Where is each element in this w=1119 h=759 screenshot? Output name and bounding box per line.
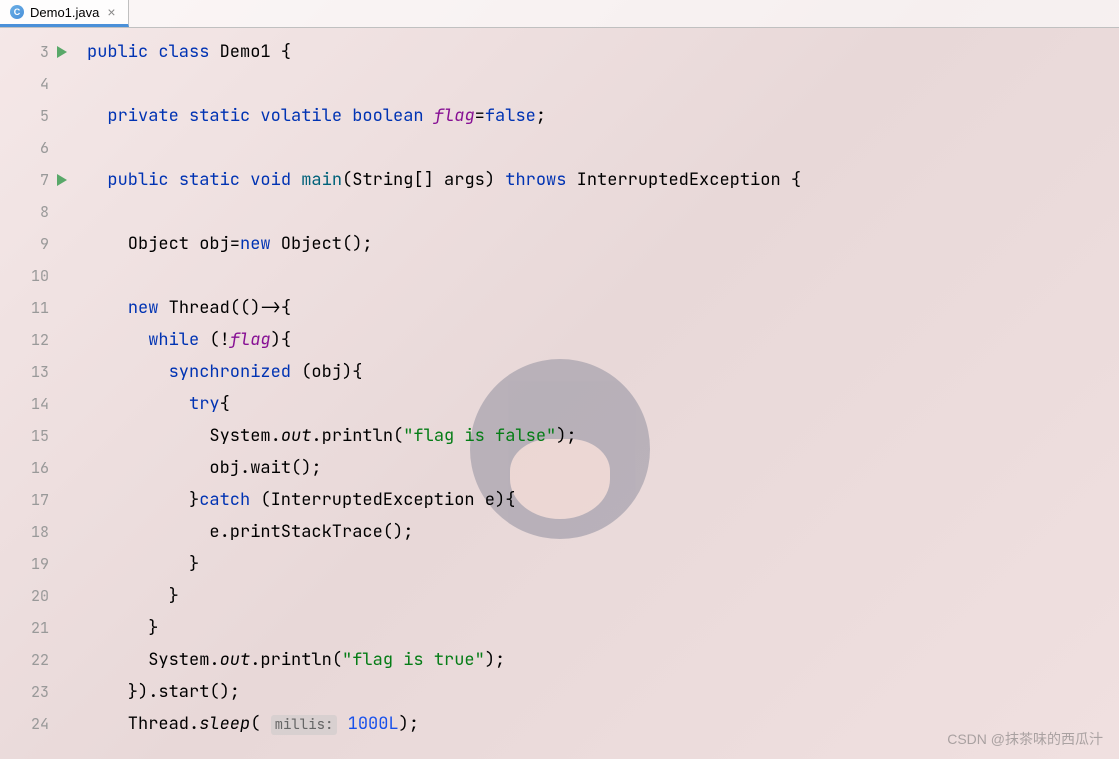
gutter-line[interactable]: 21 (0, 612, 75, 644)
line-number: 9 (25, 228, 49, 260)
gutter-line[interactable]: 22 (0, 644, 75, 676)
gutter-line[interactable]: 13 (0, 356, 75, 388)
line-number: 16 (25, 452, 49, 484)
code-line[interactable] (87, 260, 801, 292)
gutter-line[interactable]: 18 (0, 516, 75, 548)
line-number: 5 (25, 100, 49, 132)
code-line[interactable]: synchronized (obj){ (87, 356, 801, 388)
line-number: 19 (25, 548, 49, 580)
gutter-line[interactable]: 7 (0, 164, 75, 196)
code-line[interactable] (87, 68, 801, 100)
code-line[interactable]: public class Demo1 { (87, 36, 801, 68)
gutter-line[interactable]: 24 (0, 708, 75, 740)
gutter-line[interactable]: 5 (0, 100, 75, 132)
gutter-line[interactable]: 14 (0, 388, 75, 420)
gutter-line[interactable]: 6 (0, 132, 75, 164)
code-line[interactable]: }).start(); (87, 676, 801, 708)
line-number: 17 (25, 484, 49, 516)
code-line[interactable]: while (!flag){ (87, 324, 801, 356)
code-line[interactable]: Object obj=new Object(); (87, 228, 801, 260)
code-line[interactable]: obj.wait(); (87, 452, 801, 484)
line-number: 14 (25, 388, 49, 420)
gutter-line[interactable]: 8 (0, 196, 75, 228)
line-number-gutter: 3456789101112131415161718192021222324 (0, 28, 75, 740)
gutter-line[interactable]: 10 (0, 260, 75, 292)
line-number: 3 (25, 36, 49, 68)
gutter-line[interactable]: 20 (0, 580, 75, 612)
gutter-line[interactable]: 4 (0, 68, 75, 100)
line-number: 13 (25, 356, 49, 388)
code-line[interactable]: e.printStackTrace(); (87, 516, 801, 548)
gutter-line[interactable]: 3 (0, 36, 75, 68)
run-gutter-icon[interactable] (57, 174, 67, 186)
line-number: 20 (25, 580, 49, 612)
gutter-line[interactable]: 11 (0, 292, 75, 324)
tab-filename: Demo1.java (30, 5, 99, 20)
code-line[interactable]: try{ (87, 388, 801, 420)
line-number: 10 (25, 260, 49, 292)
gutter-line[interactable]: 19 (0, 548, 75, 580)
run-gutter-icon[interactable] (57, 46, 67, 58)
line-number: 6 (25, 132, 49, 164)
java-class-icon: C (10, 5, 24, 19)
code-line[interactable]: new Thread(()->{ (87, 292, 801, 324)
code-line[interactable]: System.out.println("flag is true"); (87, 644, 801, 676)
line-number: 12 (25, 324, 49, 356)
gutter-line[interactable]: 17 (0, 484, 75, 516)
line-number: 15 (25, 420, 49, 452)
file-tab-active[interactable]: C Demo1.java × (0, 0, 129, 27)
line-number: 21 (25, 612, 49, 644)
line-number: 22 (25, 644, 49, 676)
gutter-line[interactable]: 16 (0, 452, 75, 484)
editor-tab-bar: C Demo1.java × (0, 0, 1119, 28)
code-line[interactable]: System.out.println("flag is false"); (87, 420, 801, 452)
code-editor[interactable]: 3456789101112131415161718192021222324 pu… (0, 28, 1119, 740)
close-icon[interactable]: × (105, 4, 117, 20)
gutter-line[interactable]: 9 (0, 228, 75, 260)
line-number: 23 (25, 676, 49, 708)
line-number: 4 (25, 68, 49, 100)
watermark-text: CSDN @抹茶味的西瓜汁 (947, 729, 1103, 749)
code-line[interactable]: }catch (InterruptedException e){ (87, 484, 801, 516)
line-number: 7 (25, 164, 49, 196)
code-line[interactable]: Thread.sleep( millis: 1000L); (87, 708, 801, 740)
code-line[interactable]: public static void main(String[] args) t… (87, 164, 801, 196)
code-content[interactable]: public class Demo1 { private static vola… (75, 28, 801, 740)
code-line[interactable]: } (87, 612, 801, 644)
gutter-line[interactable]: 15 (0, 420, 75, 452)
line-number: 18 (25, 516, 49, 548)
code-line[interactable]: } (87, 580, 801, 612)
line-number: 24 (25, 708, 49, 740)
gutter-line[interactable]: 23 (0, 676, 75, 708)
line-number: 11 (25, 292, 49, 324)
line-number: 8 (25, 196, 49, 228)
code-line[interactable] (87, 132, 801, 164)
code-line[interactable]: } (87, 548, 801, 580)
gutter-line[interactable]: 12 (0, 324, 75, 356)
code-line[interactable] (87, 196, 801, 228)
code-line[interactable]: private static volatile boolean flag=fal… (87, 100, 801, 132)
